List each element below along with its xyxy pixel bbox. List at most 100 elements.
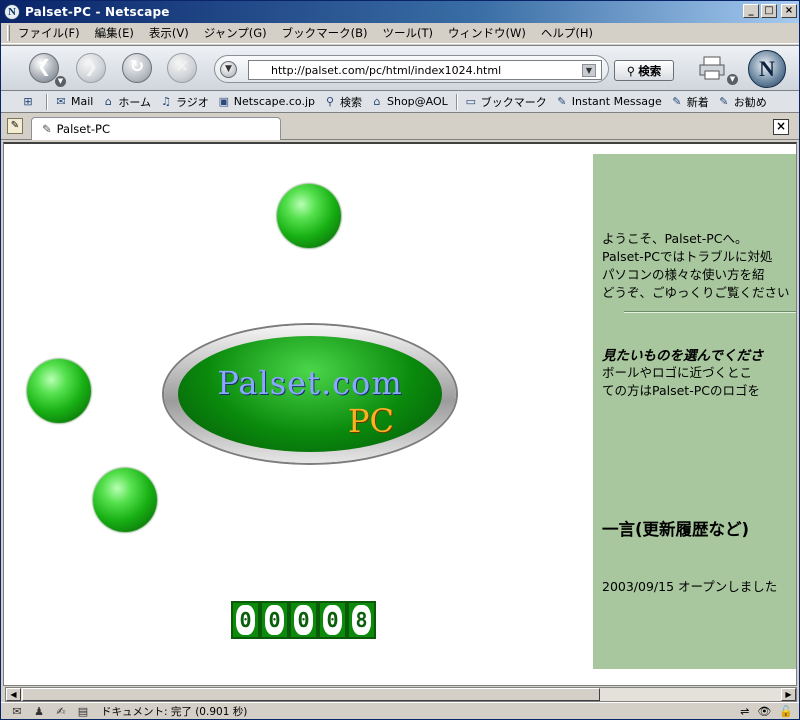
select-instructions: ボールやロゴに近づくとこ ての方はPalset-PCのロゴを	[602, 364, 760, 400]
horizontal-scrollbar[interactable]: ◀ ▶	[5, 687, 797, 702]
tab-palset-pc[interactable]: ✎ Palset-PC	[31, 117, 281, 140]
menu-file[interactable]: ファイル(F)	[18, 25, 80, 41]
welcome-line: どうぞ、ごゆっくりご覧ください	[602, 285, 790, 300]
tab-window-icon: ⊞	[23, 94, 33, 108]
forward-button[interactable]: ❯	[76, 53, 106, 83]
instruction-line: ての方はPalset-PCのロゴを	[602, 383, 760, 398]
counter-digit: 0	[260, 601, 289, 639]
logo-text-pc: PC	[348, 402, 395, 440]
green-ball-bottom[interactable]	[93, 468, 157, 532]
title-bar: N Palset-PC - Netscape _ □ ×	[1, 1, 799, 23]
bookmark-instant-message[interactable]: ✎ Instant Message	[555, 95, 662, 108]
privacy-icon: 👁	[757, 705, 772, 718]
navigation-toolbar: ❮ ▼ ❯ ↻ ✕ ▼ ▼ ⚲ 検索 ▼ N	[1, 45, 799, 91]
window-controls: _ □ ×	[743, 4, 797, 18]
url-history-dropdown[interactable]: ▼	[582, 64, 596, 77]
palset-logo[interactable]: Palset.com PC	[164, 325, 456, 463]
mail-icon: ✉	[56, 94, 66, 108]
search-icon: ⚲	[325, 94, 335, 108]
bookmark-label: 新着	[686, 95, 709, 109]
bookmark-recommend[interactable]: ✎ お勧め	[717, 94, 767, 110]
magnifier-icon: ⚲	[626, 63, 636, 78]
bookmark-label: お勧め	[733, 95, 767, 109]
welcome-line: Palset-PCではトラブルに対処	[602, 249, 773, 264]
menu-bar: ファイル(F) 編集(E) 表示(V) ジャンプ(G) ブックマーク(B) ツー…	[1, 23, 799, 44]
search-button[interactable]: ⚲ 検索	[614, 60, 674, 81]
menu-view[interactable]: 表示(V)	[149, 25, 189, 41]
security-lock-icon: 🔓	[779, 705, 793, 718]
url-input[interactable]	[248, 60, 602, 80]
menu-edit[interactable]: 編集(E)	[95, 25, 134, 41]
green-ball-left[interactable]	[27, 359, 91, 423]
bookmark-shop-aol[interactable]: ⌂ Shop@AOL	[370, 95, 448, 108]
bookmark-home[interactable]: ⌂ ホーム	[101, 94, 151, 110]
bookmark-label: Netscape.co.jp	[233, 95, 315, 108]
home-tab-button[interactable]: ⊞	[21, 94, 38, 108]
bookmark-label: Instant Message	[571, 95, 662, 108]
scroll-right-arrow[interactable]: ▶	[781, 688, 796, 701]
bookmark-label: ホーム	[118, 95, 152, 109]
page-icon: ✎	[42, 122, 52, 136]
reload-button[interactable]: ↻	[122, 53, 152, 83]
menu-bookmarks[interactable]: ブックマーク(B)	[282, 25, 368, 41]
composer-icon[interactable]: ✍	[53, 705, 69, 718]
welcome-text: ようこそ、Palset-PCへ。 Palset-PCではトラブルに対処 パソコン…	[602, 230, 796, 302]
logo-inner-oval: Palset.com PC	[178, 336, 442, 452]
scroll-thumb[interactable]	[22, 688, 600, 701]
aim-icon[interactable]: ♟	[31, 705, 47, 718]
stop-button[interactable]: ✕	[167, 53, 197, 83]
panel-divider	[624, 311, 796, 313]
info-panel: ようこそ、Palset-PCへ。 Palset-PCではトラブルに対処 パソコン…	[593, 154, 796, 669]
radio-icon: ♫	[161, 94, 171, 108]
browser-window: N Palset-PC - Netscape _ □ × ファイル(F) 編集(…	[0, 0, 800, 720]
counter-digit-value: 8	[352, 605, 371, 635]
bookmark-label: ブックマーク	[480, 95, 547, 109]
status-text: ドキュメント: 完了 (0.901 秒)	[101, 706, 248, 718]
sidebar-toggle-icon[interactable]: ✎	[7, 118, 23, 134]
history-heading: 一言(更新履歴など)	[602, 520, 750, 539]
minimize-button[interactable]: _	[743, 4, 759, 18]
close-tab-button[interactable]: ×	[773, 119, 789, 135]
counter-digit: 0	[289, 601, 318, 639]
bookmark-mail[interactable]: ✉ Mail	[54, 95, 93, 108]
shop-icon: ⌂	[373, 94, 381, 108]
back-arrow-icon: ❮	[36, 57, 52, 77]
menu-window[interactable]: ウィンドウ(W)	[448, 25, 526, 41]
print-icon[interactable]	[698, 56, 726, 80]
menu-help[interactable]: ヘルプ(H)	[541, 25, 593, 41]
scroll-left-arrow[interactable]: ◀	[6, 688, 21, 701]
menu-tools[interactable]: ツール(T)	[383, 25, 434, 41]
search-button-label: 検索	[638, 63, 662, 78]
address-book-icon[interactable]: ▤	[75, 705, 91, 718]
menu-go[interactable]: ジャンプ(G)	[204, 25, 267, 41]
tab-title: Palset-PC	[56, 122, 110, 136]
window-title: Palset-PC - Netscape	[25, 5, 170, 19]
bookmark-folder[interactable]: ▭ ブックマーク	[464, 94, 547, 110]
toolbar-grip	[7, 25, 10, 41]
go-dropdown-icon[interactable]: ▼	[220, 61, 237, 78]
mail-icon[interactable]: ✉	[9, 705, 25, 718]
bookmark-label: ラジオ	[176, 95, 209, 109]
stop-x-icon: ✕	[174, 57, 190, 77]
tab-bar: ✎ ✎ Palset-PC ×	[1, 114, 799, 140]
counter-digit-value: 0	[236, 605, 255, 635]
home-icon: ⌂	[104, 94, 112, 108]
reload-icon: ↻	[129, 57, 145, 77]
maximize-button[interactable]: □	[761, 4, 777, 18]
bookmark-radio[interactable]: ♫ ラジオ	[159, 94, 209, 110]
bookmark-folder-icon: ▭	[465, 94, 476, 108]
counter-digit-value: 0	[265, 605, 284, 635]
url-bar: ▼ ▼	[214, 55, 609, 83]
counter-digit: 0	[318, 601, 347, 639]
netscape-throbber-icon[interactable]: N	[748, 50, 786, 88]
bookmark-label: Shop@AOL	[387, 95, 448, 108]
green-ball-top[interactable]	[277, 184, 341, 248]
news-item: 2003/09/15 オープンしました	[602, 579, 778, 594]
print-dropdown[interactable]: ▼	[727, 74, 738, 85]
bookmark-new[interactable]: ✎ 新着	[670, 94, 709, 110]
bookmark-netscape-jp[interactable]: ▣ Netscape.co.jp	[217, 95, 315, 108]
visitor-counter: 0 0 0 0 8	[231, 601, 376, 639]
back-history-dropdown[interactable]: ▼	[55, 76, 66, 87]
bookmark-search[interactable]: ⚲ 検索	[323, 94, 362, 110]
close-button[interactable]: ×	[781, 4, 797, 18]
